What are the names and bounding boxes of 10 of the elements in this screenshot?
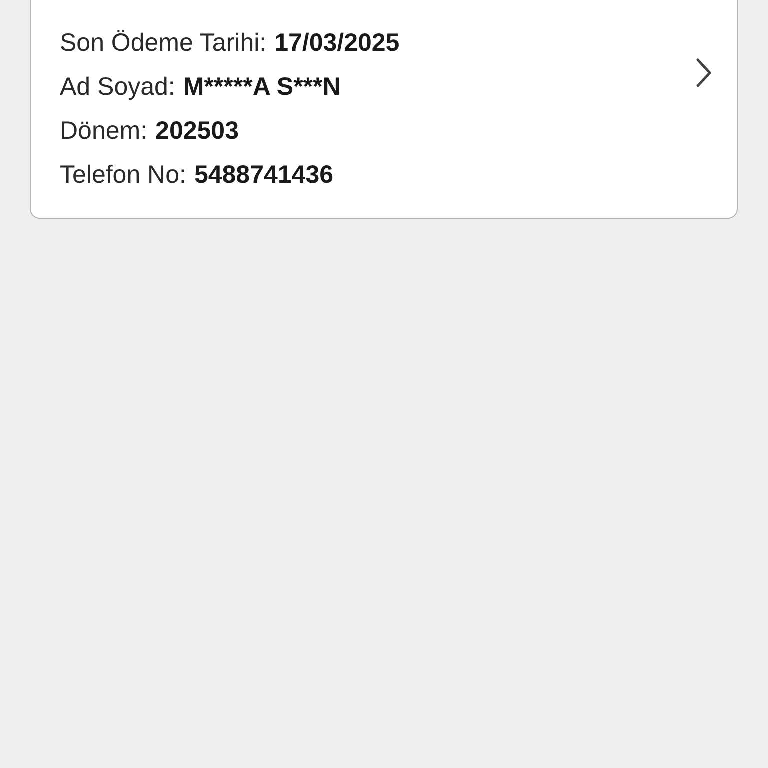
- invoice-card[interactable]: Son Ödeme Tarihi: 17/03/2025 Ad Soyad: M*****A S***N Dönem: 202503 Telefon No: 5488741436: [30, 0, 738, 219]
- field-value: M*****A S***N: [183, 72, 341, 104]
- field-value: 202503: [156, 116, 239, 148]
- field-value: 17/03/2025: [274, 28, 400, 60]
- field-label: Dönem:: [60, 116, 148, 148]
- chevron-right-icon: [695, 58, 713, 88]
- field-value: 5488741436: [194, 160, 334, 192]
- field-label: Son Ödeme Tarihi:: [60, 28, 267, 60]
- field-label: Telefon No:: [60, 160, 186, 192]
- field-label: Ad Soyad:: [60, 72, 176, 104]
